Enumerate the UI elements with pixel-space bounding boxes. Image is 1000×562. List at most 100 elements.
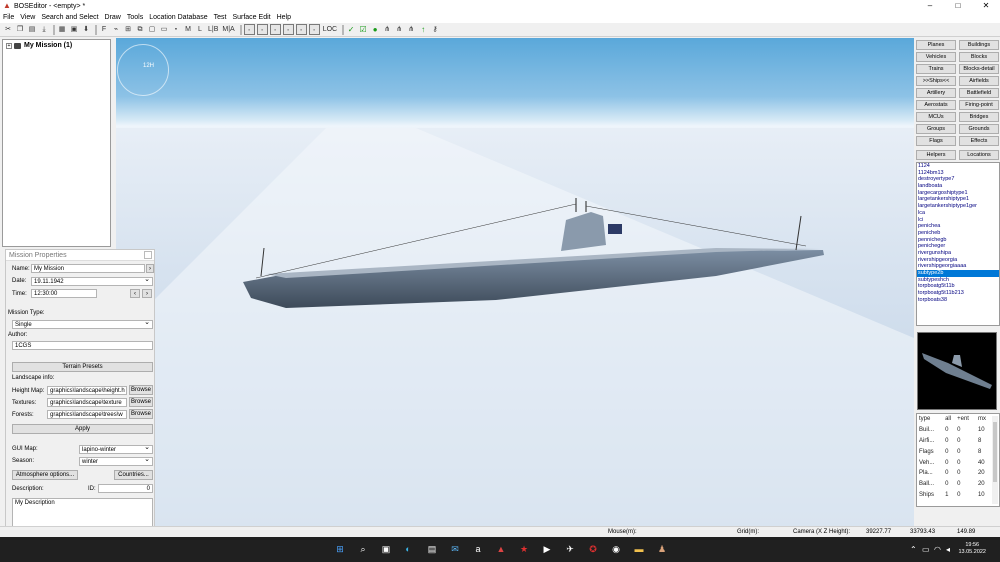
dot-icon[interactable]: ● [370,24,380,35]
network-icon[interactable]: ▭ [922,545,930,554]
import-icon[interactable]: ⬇ [81,24,91,35]
category-mcus[interactable]: MCUs [916,112,956,122]
list-item[interactable]: destroyertype7 [917,176,999,183]
list-item[interactable]: penicheb [917,230,999,237]
link-icon[interactable]: ⌁ [111,24,121,35]
time-prev-button[interactable]: ‹ [130,289,140,298]
list-item[interactable]: penichea [917,223,999,230]
menu-view[interactable]: View [20,14,35,21]
list-item[interactable]: largetankershiptype1 [917,196,999,203]
terrain-presets-button[interactable]: Terrain Presets [12,362,153,372]
app-figure-icon[interactable]: ♟ [656,543,668,555]
name-field[interactable]: My Mission [31,264,145,273]
textures-field[interactable]: graphics\landscape\texture [47,398,127,407]
menu-test[interactable]: Test [214,14,227,21]
media-player-icon[interactable]: ▶ [541,543,553,555]
category-planes[interactable]: Planes [916,40,956,50]
layer-button[interactable]: L [195,24,205,35]
arrow-up-icon[interactable]: ↑ [418,24,428,35]
expand-icon[interactable]: + [6,42,12,49]
filter-button[interactable]: F [99,24,109,35]
object-list[interactable]: 1124 1124bm13 destroyertype7 landboata l… [916,162,1000,326]
textures-browse-button[interactable]: Browse [129,397,153,407]
menu-help[interactable]: Help [277,14,291,21]
category-bridges[interactable]: Bridges [959,112,999,122]
menu-tools[interactable]: Tools [127,14,143,21]
edge-browser-icon[interactable]: ◐ [402,543,414,555]
name-more-button[interactable]: › [146,264,154,273]
list-item[interactable]: 1124bm13 [917,170,999,177]
height-map-browse-button[interactable]: Browse [129,385,153,395]
game-icon[interactable]: ✈ [564,543,576,555]
category-effects[interactable]: Effects [959,136,999,146]
stats-scrollbar[interactable] [992,416,998,504]
layer-block-button[interactable]: L|B [207,24,219,35]
star-badge-icon[interactable]: ✪ [587,543,599,555]
save-icon[interactable]: ▣ [69,24,79,35]
red-star-icon[interactable]: ★ [518,543,530,555]
category-blocks-detail[interactable]: Blocks-detail [959,64,999,74]
list-item[interactable]: torpboats38 [917,297,999,304]
amazon-icon[interactable]: a [472,543,484,555]
category-firing-point[interactable]: Firing-point [959,100,999,110]
category-buildings[interactable]: Buildings [959,40,999,50]
menu-draw[interactable]: Draw [105,14,121,21]
list-item[interactable]: lci [917,217,999,224]
category-locations[interactable]: Locations [959,150,999,160]
forests-browse-button[interactable]: Browse [129,409,153,419]
author-field[interactable]: 1CGS [12,341,153,350]
season-select[interactable]: winter [79,457,153,466]
window-icon[interactable]: ▢ [147,24,157,35]
tool-box-5-icon[interactable]: ▪ [295,24,307,35]
download-icon[interactable]: ⤓ [39,24,49,35]
list-item[interactable]: landboata [917,183,999,190]
volume-icon[interactable]: ◂ [946,545,950,554]
tool-box-4-icon[interactable]: ▪ [282,24,294,35]
maximize-button[interactable]: □ [944,0,972,12]
gui-map-select[interactable]: lapino-winter [79,445,153,454]
list-item[interactable]: rivershipgeorgiaaaa [917,263,999,270]
tree-icon[interactable]: ⋔ [382,24,392,35]
list-item[interactable]: torpboatg5t11b [917,283,999,290]
layers-icon[interactable]: ⧉ [135,24,145,35]
list-item[interactable]: rivershipgeorgia [917,257,999,264]
menu-file[interactable]: File [3,14,14,21]
tool-box-3-icon[interactable]: ▪ [269,24,281,35]
category-airfields[interactable]: Airfields [959,76,999,86]
minimize-button[interactable]: – [916,0,944,12]
marker-button[interactable]: M [183,24,193,35]
check-box-icon[interactable]: ☑ [358,24,368,35]
cut-icon[interactable]: ✂ [3,24,13,35]
tool-box-1-icon[interactable]: ▪ [243,24,255,35]
category-flags[interactable]: Flags [916,136,956,146]
scrollbar-thumb[interactable] [993,422,997,482]
list-item[interactable]: penicheger [917,243,999,250]
time-next-button[interactable]: › [142,289,152,298]
list-item[interactable]: largecargoshiptype1 [917,190,999,197]
height-map-field[interactable]: graphics\landscape\height.h [47,386,127,395]
list-item[interactable]: lca [917,210,999,217]
close-button[interactable]: ✕ [972,0,1000,12]
key-icon[interactable]: ⚷ [430,24,440,35]
file-explorer-icon[interactable]: ▬ [633,543,645,555]
measure-icon[interactable]: ▭ [159,24,169,35]
category-groups[interactable]: Groups [916,124,956,134]
map-area-button[interactable]: M|A [221,24,235,35]
category-helpers[interactable]: Helpers [916,150,956,160]
network-icon[interactable]: ⋔ [406,24,416,35]
category-vehicles[interactable]: Vehicles [916,52,956,62]
task-view-icon[interactable]: ▣ [380,543,392,555]
list-item[interactable]: largetankershiptype1ger [917,203,999,210]
tray-chevron-icon[interactable]: ⌃ [910,545,917,554]
list-item-selected[interactable]: subtype2b [917,270,999,277]
atmosphere-options-button[interactable]: Atmosphere options... [12,470,78,480]
apply-button[interactable]: Apply [12,424,153,434]
category-battlefield[interactable]: Battlefield [959,88,999,98]
tool-box-2-icon[interactable]: ▪ [256,24,268,35]
wifi-icon[interactable]: ◠ [934,545,941,554]
category-blocks[interactable]: Blocks [959,52,999,62]
list-item[interactable]: pennichegb [917,237,999,244]
system-clock[interactable]: 19:56 13.05.2022 [958,542,986,556]
check-icon[interactable]: ✓ [346,24,356,35]
copy-icon[interactable]: ❐ [15,24,25,35]
